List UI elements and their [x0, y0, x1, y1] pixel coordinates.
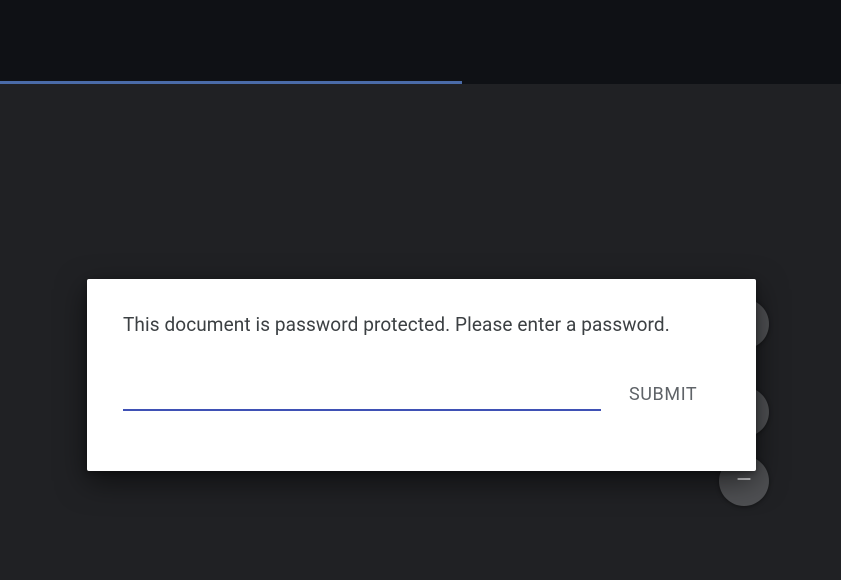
dialog-input-row: SUBMIT [123, 378, 720, 411]
submit-button[interactable]: SUBMIT [625, 378, 701, 411]
pdf-viewer-area: This document is password protected. Ple… [0, 84, 841, 580]
password-input[interactable] [123, 381, 601, 411]
top-bar [0, 0, 841, 84]
minus-icon [733, 468, 755, 494]
password-dialog: This document is password protected. Ple… [87, 279, 756, 471]
dialog-message: This document is password protected. Ple… [123, 313, 720, 336]
